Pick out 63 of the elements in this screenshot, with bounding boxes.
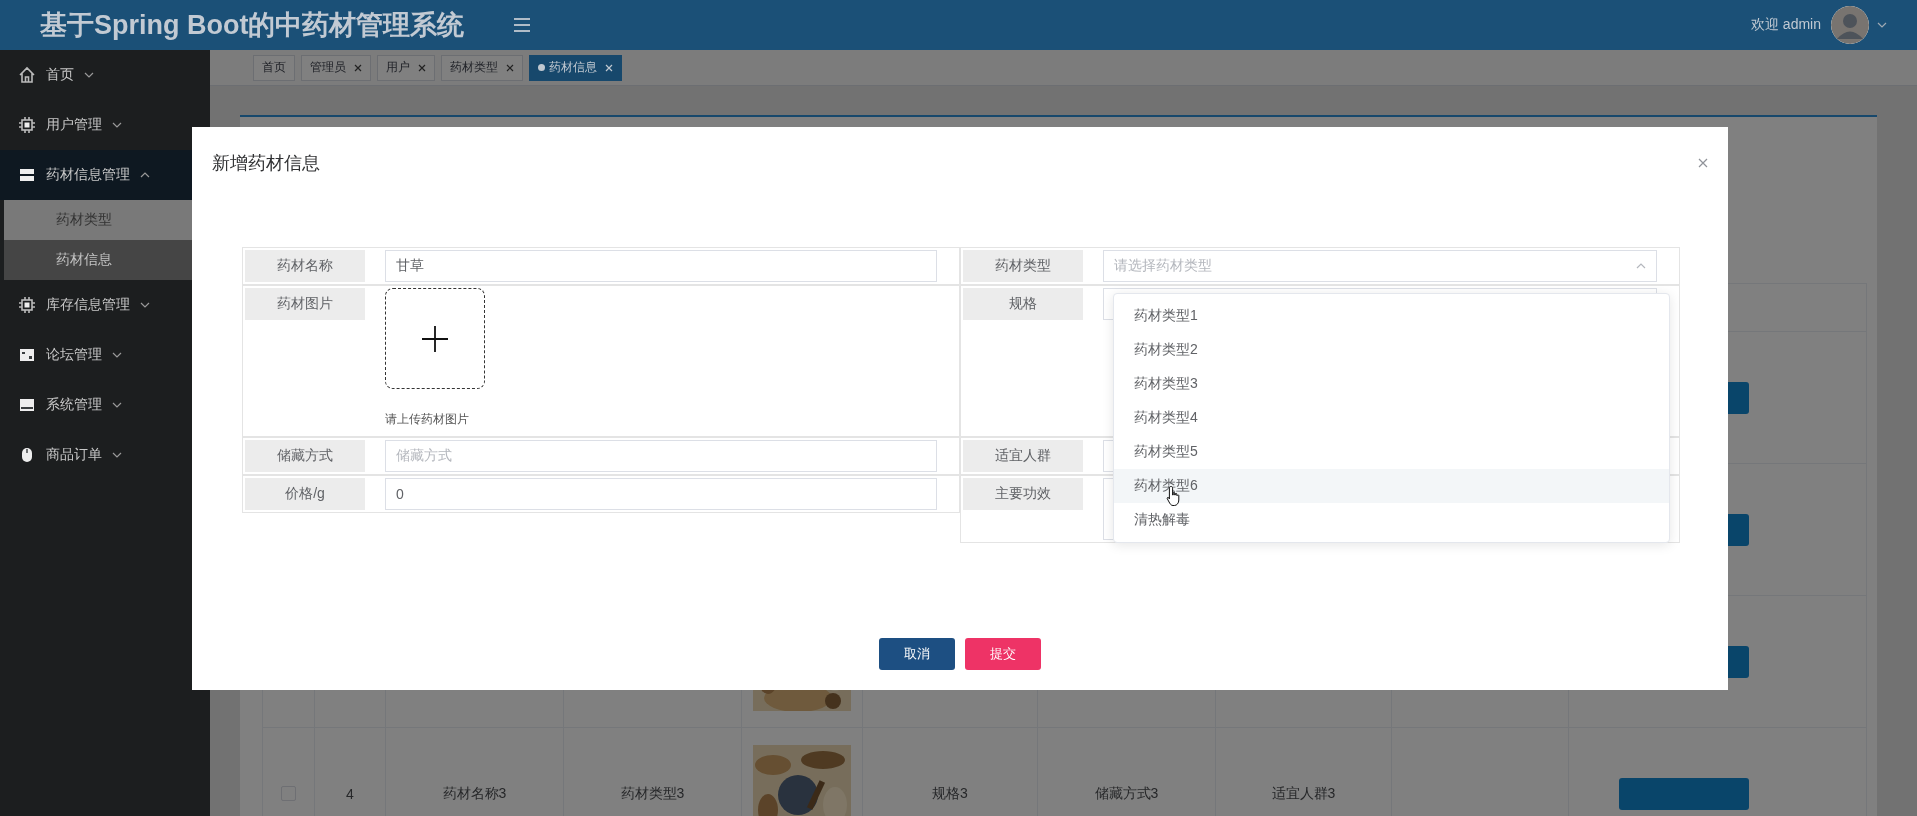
table-cell: 4 xyxy=(315,728,386,816)
field-label: 药材类型 xyxy=(963,250,1083,282)
field-label: 适宜人群 xyxy=(963,440,1083,472)
field-label: 储藏方式 xyxy=(245,440,365,472)
upload-box[interactable] xyxy=(385,288,485,389)
dropdown-option[interactable]: 药材类型1 xyxy=(1114,299,1669,333)
tab[interactable]: 药材类型 xyxy=(441,54,523,81)
field-label: 规格 xyxy=(963,288,1083,320)
caret-icon xyxy=(140,172,150,178)
dropdown-option[interactable]: 药材类型4 xyxy=(1114,401,1669,435)
dropdown-option[interactable]: 清热解毒 xyxy=(1114,503,1669,537)
sidebar-item[interactable]: 商品订单 xyxy=(0,430,210,480)
field-label: 主要功效 xyxy=(963,478,1083,510)
sidebar-item[interactable]: 库存信息管理 xyxy=(0,280,210,330)
dropdown-option[interactable]: 药材类型5 xyxy=(1114,435,1669,469)
field-label: 价格/g xyxy=(245,478,365,510)
dropdown-option[interactable]: 药材类型2 xyxy=(1114,333,1669,367)
caret-icon xyxy=(140,302,150,308)
table-cell: 储藏方式3 xyxy=(1038,728,1216,816)
table-cell: 规格3 xyxy=(863,728,1038,816)
submit-button[interactable]: 提交 xyxy=(965,638,1041,670)
image-icon xyxy=(18,346,36,364)
close-icon[interactable] xyxy=(418,63,426,72)
sidebar-item[interactable]: 首页 xyxy=(0,50,210,100)
tab[interactable]: 首页 xyxy=(253,54,295,81)
upload-hint: 请上传药材图片 xyxy=(385,411,470,428)
tab[interactable]: 药材信息 xyxy=(529,54,622,81)
drive-icon xyxy=(18,396,36,414)
chip-icon xyxy=(18,116,36,134)
input-field[interactable]: 0 xyxy=(385,478,937,510)
caret-icon xyxy=(112,452,122,458)
avatar-icon[interactable] xyxy=(1831,6,1869,44)
chip-icon xyxy=(18,296,36,314)
close-icon[interactable] xyxy=(506,63,514,72)
table-cell: 药材名称3 xyxy=(386,728,564,816)
close-icon[interactable] xyxy=(354,63,362,72)
welcome-text: 欢迎 admin xyxy=(1750,16,1821,34)
caret-icon xyxy=(112,122,122,128)
app-title: 基于Spring Boot的中药材管理系统 xyxy=(40,9,465,42)
server-icon xyxy=(18,166,36,184)
field-label: 药材名称 xyxy=(245,250,365,282)
plus-icon xyxy=(421,324,449,353)
table-cell: 适宜人群3 xyxy=(1216,728,1392,816)
tab[interactable]: 管理员 xyxy=(301,54,371,81)
home-icon xyxy=(18,66,36,84)
caret-icon xyxy=(84,72,94,78)
field-label: 药材图片 xyxy=(245,288,365,320)
tab[interactable]: 用户 xyxy=(377,54,435,81)
caret-icon xyxy=(112,402,122,408)
table-cell: 药材类型3 xyxy=(564,728,742,816)
caret-icon xyxy=(112,352,122,358)
menu-icon[interactable] xyxy=(512,17,533,33)
cancel-button[interactable]: 取消 xyxy=(879,638,955,670)
close-icon[interactable] xyxy=(1698,158,1708,168)
dropdown-option[interactable]: 药材类型3 xyxy=(1114,367,1669,401)
dot-icon xyxy=(538,64,545,71)
caret-icon xyxy=(1877,22,1887,28)
sidebar-item[interactable]: 论坛管理 xyxy=(0,330,210,380)
dialog-title: 新增药材信息 xyxy=(212,152,320,175)
caret-icon xyxy=(1636,263,1646,269)
input-field[interactable]: 甘草 xyxy=(385,250,937,282)
sidebar-item[interactable]: 系统管理 xyxy=(0,380,210,430)
sidebar-item[interactable]: 用户管理 xyxy=(0,100,210,150)
